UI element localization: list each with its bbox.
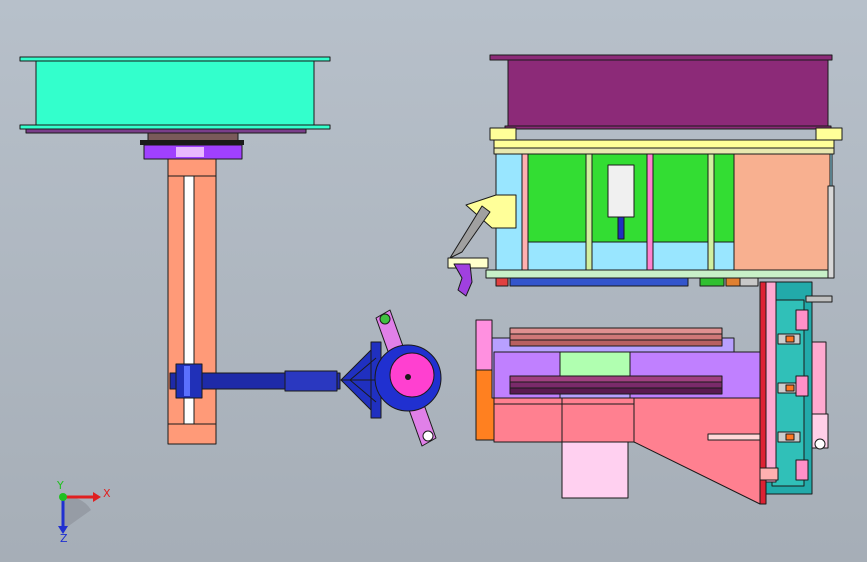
bearing-block bbox=[147, 132, 239, 142]
pale-pink-block bbox=[561, 441, 629, 499]
green-small-block bbox=[699, 277, 725, 287]
clamp-bolt-2-tip bbox=[785, 384, 795, 392]
mint-block bbox=[559, 351, 631, 379]
pink-wedge bbox=[633, 397, 761, 505]
peach-panel bbox=[733, 153, 831, 271]
post-3 bbox=[646, 153, 654, 279]
y-axis-label: Y bbox=[56, 479, 64, 492]
magenta-tray-body bbox=[507, 59, 829, 127]
x-axis-label: X bbox=[103, 487, 111, 500]
dark-magenta-stripe-1 bbox=[509, 375, 723, 383]
violet-disc-highlight bbox=[176, 147, 204, 157]
column-plate-1 bbox=[795, 309, 809, 331]
dark-magenta-stripe-2 bbox=[509, 381, 723, 389]
post-2 bbox=[585, 153, 593, 279]
cyan-tray-bottom-lip bbox=[19, 124, 331, 130]
right-cylinder bbox=[811, 341, 827, 415]
post-4 bbox=[707, 153, 715, 279]
rail-underline bbox=[493, 147, 835, 155]
z-axis-label: Z bbox=[60, 532, 68, 545]
axis-triad: X Y Z bbox=[56, 479, 111, 545]
column-foot bbox=[759, 467, 779, 481]
clamp-bolt-3-tip bbox=[785, 433, 795, 441]
yellow-clip-left bbox=[489, 127, 517, 141]
bearing-black-ring bbox=[140, 140, 244, 145]
column-plate-3 bbox=[795, 459, 809, 481]
link-pin-bottom bbox=[422, 430, 434, 442]
link-pin-top bbox=[379, 313, 391, 325]
frame-bottom-rail bbox=[485, 269, 833, 279]
rose-stripe-1 bbox=[509, 327, 723, 335]
rose-stripe-3 bbox=[509, 339, 723, 347]
frame-right-cap bbox=[827, 185, 835, 279]
dark-magenta-stripe-3 bbox=[509, 387, 723, 395]
column-top-cap bbox=[805, 295, 833, 303]
cyan-tray-body bbox=[35, 60, 315, 126]
pink-column-strip bbox=[765, 281, 777, 483]
cad-viewport[interactable]: X Y Z bbox=[0, 0, 867, 562]
column-plate-2 bbox=[795, 375, 809, 397]
pink-side-bar bbox=[475, 319, 493, 371]
side-cylinder bbox=[449, 205, 491, 259]
purple-base-plate bbox=[25, 128, 307, 134]
clamp-bolt-1-tip bbox=[785, 335, 795, 343]
magenta-tray-bottom-lip bbox=[504, 125, 832, 130]
rotary-disc-center bbox=[405, 374, 411, 380]
orange-small-block bbox=[725, 277, 741, 287]
cylinder-body bbox=[607, 164, 635, 218]
triad-shadow bbox=[63, 496, 91, 530]
right-assembly[interactable] bbox=[447, 54, 843, 505]
wedge-slot bbox=[707, 433, 761, 441]
y-axis-dot bbox=[59, 493, 67, 501]
arm-clamp-highlight bbox=[184, 366, 190, 396]
rose-stripe-2 bbox=[509, 333, 723, 341]
yellow-top-rail bbox=[493, 139, 835, 149]
purple-hook bbox=[453, 263, 473, 297]
steel-blue-bar bbox=[509, 277, 689, 287]
x-axis-arrow bbox=[93, 492, 101, 502]
orange-strip bbox=[475, 369, 495, 441]
post-1 bbox=[521, 153, 529, 279]
right-cylinder-pin bbox=[814, 438, 826, 450]
rotary-disc-hub bbox=[389, 352, 435, 398]
cyan-tray-top-lip bbox=[19, 56, 331, 62]
grey-small-block bbox=[739, 277, 759, 287]
yellow-clip-right bbox=[815, 127, 843, 141]
cylinder-rod bbox=[617, 216, 625, 240]
red-small-block bbox=[495, 277, 509, 287]
pink-lower-block bbox=[493, 397, 635, 443]
magenta-tray-top-lip bbox=[489, 54, 833, 61]
left-assembly[interactable] bbox=[19, 56, 442, 447]
arm-step bbox=[284, 370, 338, 392]
